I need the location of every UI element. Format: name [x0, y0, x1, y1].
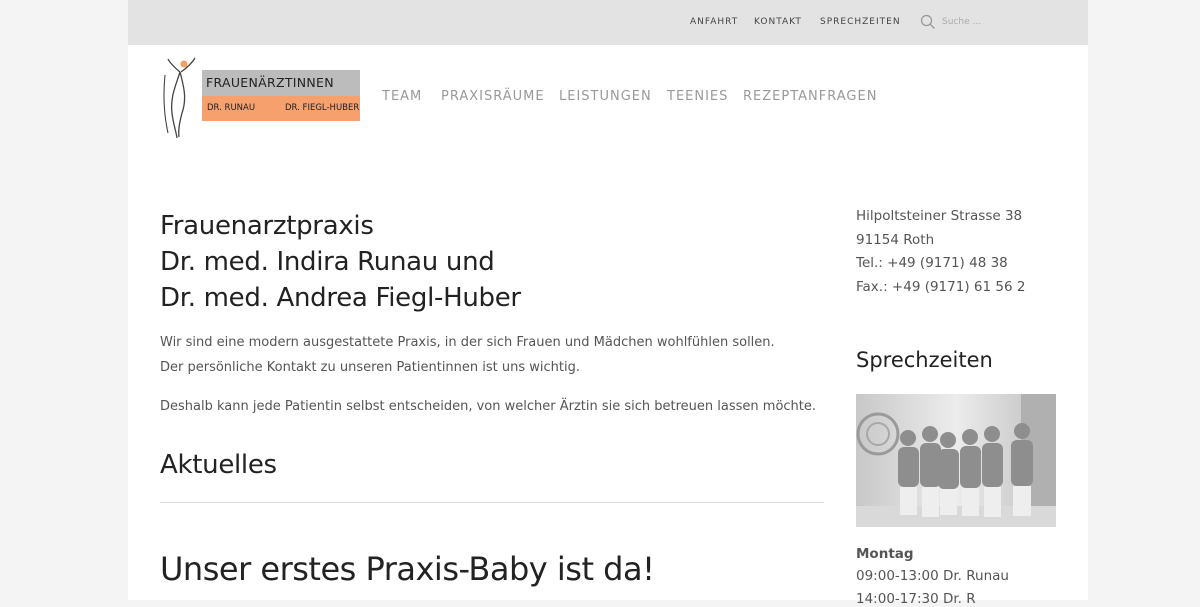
topnav-kontakt[interactable]: KONTAKT — [754, 17, 802, 27]
page-title-line-2: Dr. med. Indira Runau und — [160, 247, 495, 277]
nav-rezeptanfragen[interactable]: REZEPTANFRAGEN — [743, 89, 877, 104]
topnav-sprechzeiten[interactable]: SPRECHZEITEN — [820, 17, 901, 27]
top-bar: ANFAHRT KONTAKT SPRECHZEITEN — [128, 0, 1088, 45]
nav-leistungen[interactable]: LEISTUNGEN — [559, 89, 652, 104]
logo-title: FRAUENÄRZTINNEN — [202, 70, 360, 96]
address-block: Hilpoltsteiner Strasse 38 91154 Roth Tel… — [856, 205, 1025, 299]
address-street: Hilpoltsteiner Strasse 38 — [856, 208, 1023, 224]
page-title-line-3: Dr. med. Andrea Fiegl-Huber — [160, 283, 521, 313]
hours-heading: Sprechzeiten — [856, 348, 993, 372]
news-heading: Aktuelles — [160, 450, 277, 480]
search-icon[interactable] — [920, 14, 936, 30]
team-photo — [856, 394, 1056, 527]
logo-doctors: DR. RUNAU DR. FIEGL-HUBER — [202, 96, 360, 121]
address-city: 91154 Roth — [856, 231, 935, 248]
nav-teenies[interactable]: TEENIES — [667, 89, 728, 104]
intro-paragraph-2: Deshalb kann jede Patientin selbst entsc… — [160, 399, 817, 414]
hours-entry: 14:00-17:30 Dr. R — [856, 591, 976, 607]
logo-doctor-runau: DR. RUNAU — [207, 103, 256, 113]
page-title: Frauenarztpraxis Dr. med. Indira Runau u… — [160, 208, 521, 316]
logo[interactable]: FRAUENÄRZTINNEN DR. RUNAU DR. FIEGL-HUBE… — [202, 70, 360, 121]
intro-paragraph: Wir sind eine modern ausgestattete Praxi… — [160, 335, 775, 375]
logo-doctor-fiegl-huber: DR. FIEGL-HUBER — [285, 103, 360, 113]
page: ANFAHRT KONTAKT SPRECHZEITEN FRAUENÄRZTI… — [128, 0, 1088, 607]
nav-team[interactable]: TEAM — [382, 89, 422, 104]
address-fax: Fax.: +49 (9171) 61 56 2 — [856, 278, 1026, 295]
divider — [160, 502, 824, 503]
hours-entry: 09:00-13:00 Dr. Runau — [856, 568, 1009, 584]
post-title[interactable]: Unser erstes Praxis-Baby ist da! — [160, 550, 655, 588]
page-title-line-1: Frauenarztpraxis — [160, 211, 374, 241]
address-phone: Tel.: +49 (9171) 48 38 — [856, 255, 1008, 271]
topnav-anfahrt[interactable]: ANFAHRT — [690, 17, 738, 27]
search-input[interactable] — [942, 13, 1022, 31]
logo-figure-icon[interactable] — [160, 55, 200, 140]
nav-praxisraeume[interactable]: PRAXISRÄUME — [441, 89, 545, 104]
weekday-label: Montag — [856, 546, 914, 562]
